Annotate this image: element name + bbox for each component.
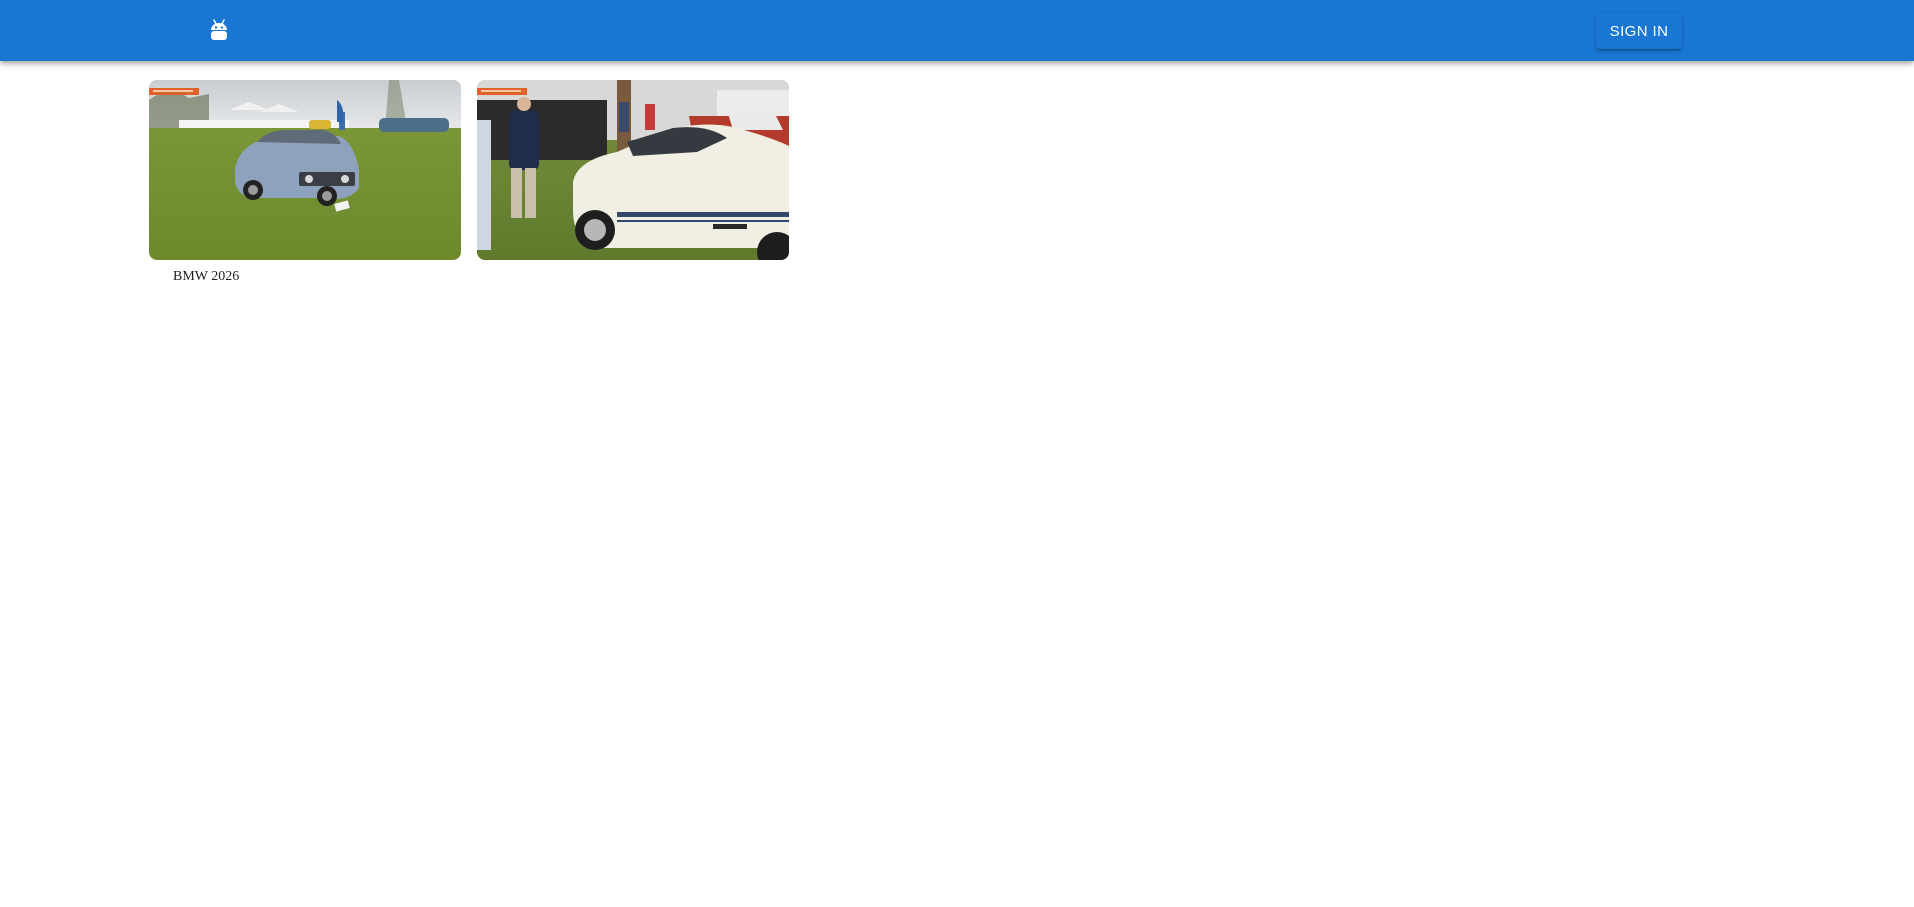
mustang-fastback-photo (477, 80, 789, 260)
sign-in-button[interactable]: SIGN IN (1596, 13, 1682, 49)
bmw-coupe-photo (149, 80, 461, 260)
app-bar: SIGN IN (0, 0, 1914, 61)
gallery-card[interactable] (477, 80, 789, 260)
card-caption: BMW 2026 (173, 269, 240, 284)
android-robot-icon[interactable] (208, 18, 230, 42)
gallery-card[interactable] (149, 80, 461, 260)
